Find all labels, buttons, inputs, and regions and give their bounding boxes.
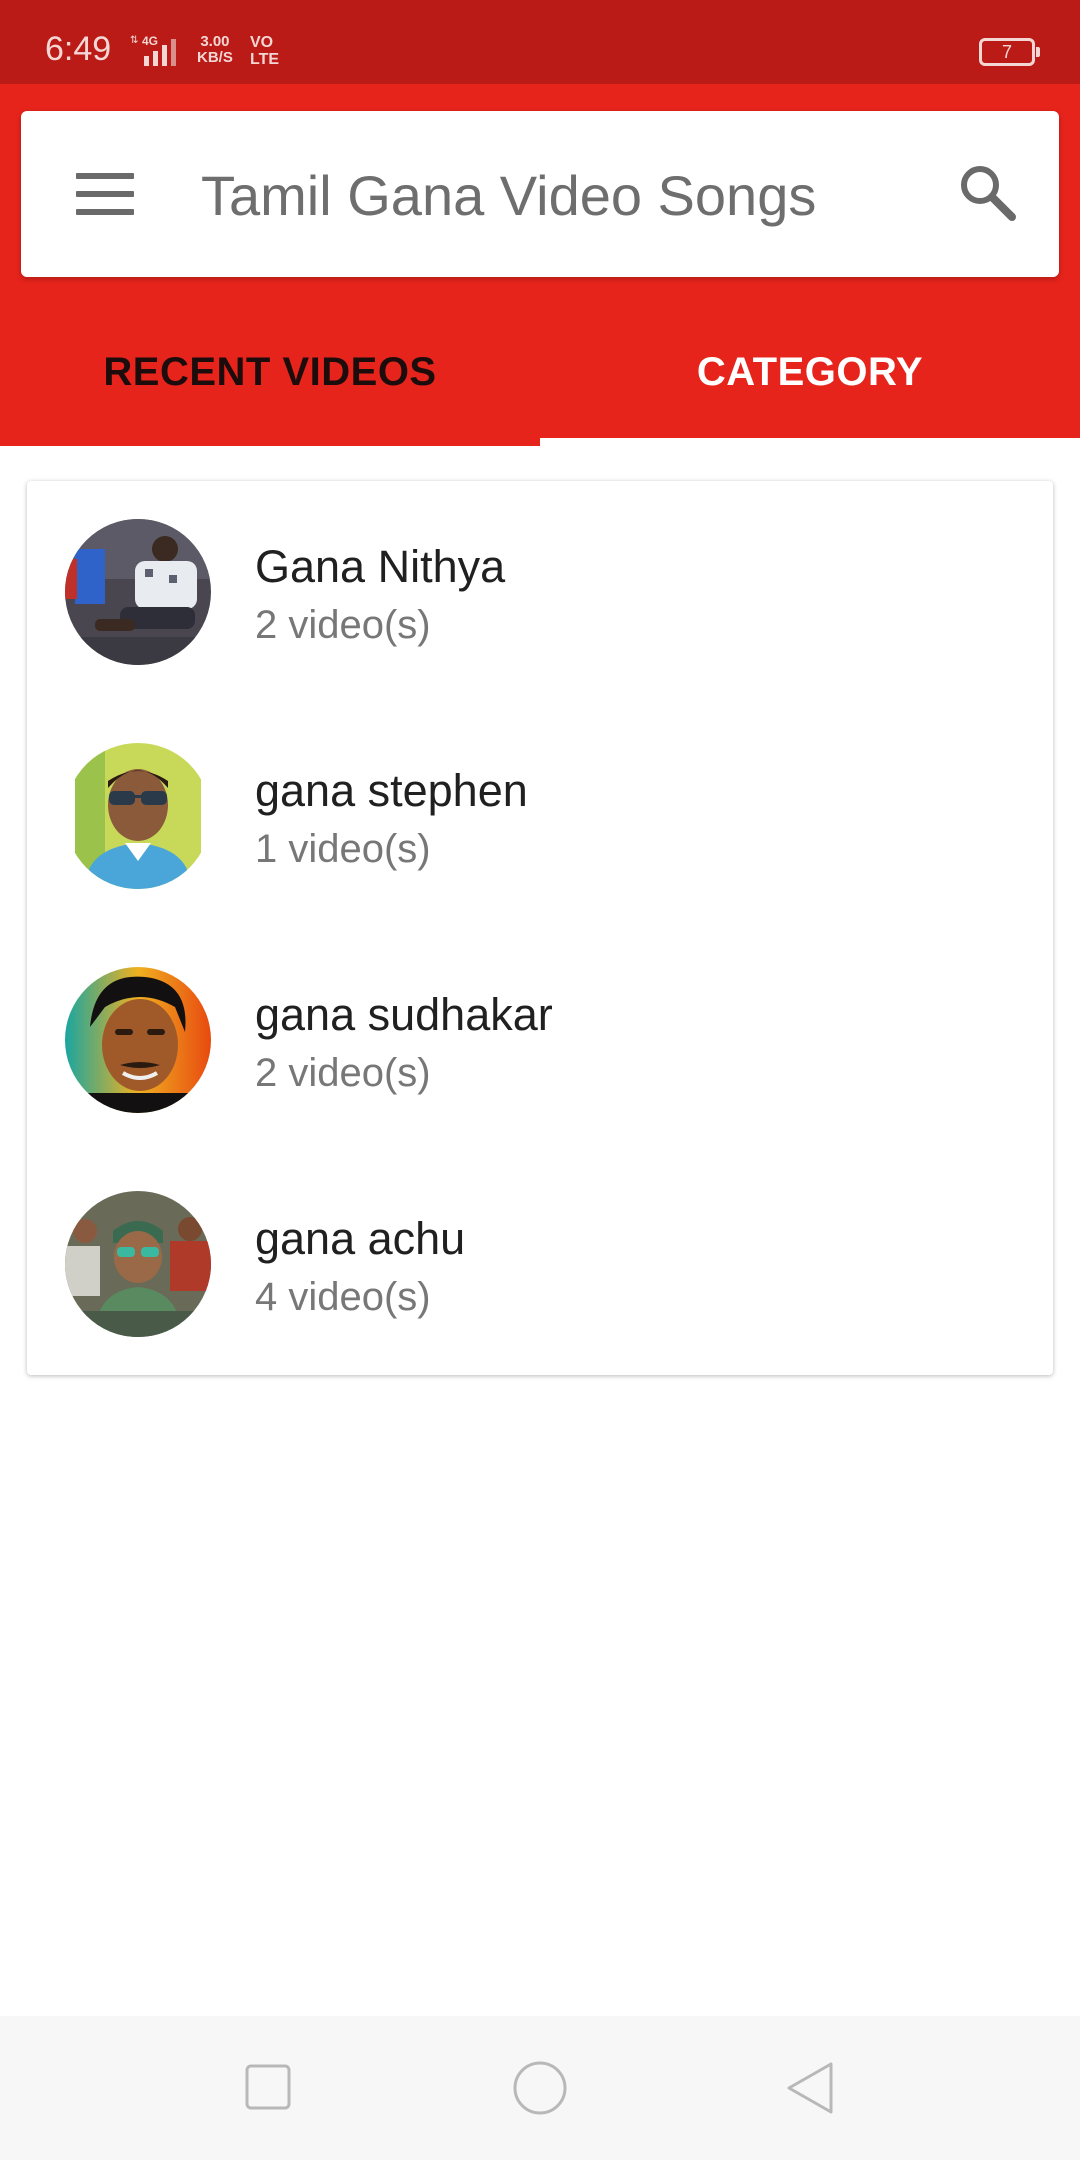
category-name: gana sudhakar xyxy=(255,989,553,1040)
avatar xyxy=(65,743,211,889)
search-icon[interactable] xyxy=(956,161,1018,223)
list-item[interactable]: gana stephen 1 video(s) xyxy=(27,705,1053,929)
status-bar: 6:49 ⇅ 4G 3.00 KB/S VO LTE 7 xyxy=(0,0,1080,84)
list-item[interactable]: Gana Nithya 2 video(s) xyxy=(27,481,1053,705)
video-count: 1 video(s) xyxy=(255,827,431,871)
svg-text:⇅: ⇅ xyxy=(130,35,138,46)
battery-icon: 7 xyxy=(979,38,1040,66)
network-speed: 3.00 KB/S xyxy=(197,34,233,66)
avatar xyxy=(65,519,211,665)
navigation-bar xyxy=(0,2016,1080,2160)
volte-indicator: VO LTE xyxy=(250,34,279,68)
video-count: 2 video(s) xyxy=(255,603,431,647)
toolbar-card: Tamil Gana Video Songs xyxy=(21,111,1059,277)
back-icon[interactable] xyxy=(775,2052,847,2124)
avatar xyxy=(65,967,211,1113)
category-name: gana stephen xyxy=(255,765,528,816)
category-name: gana achu xyxy=(255,1213,466,1264)
avatar xyxy=(65,1191,211,1337)
signal-icon: ⇅ 4G xyxy=(130,34,190,68)
tab-selected-indicator xyxy=(540,438,1080,446)
tab-category[interactable]: CATEGORY xyxy=(540,310,1080,446)
app-title: Tamil Gana Video Songs xyxy=(201,164,817,227)
list-item[interactable]: gana sudhakar 2 video(s) xyxy=(27,929,1053,1153)
network-speed-unit: KB/S xyxy=(197,49,233,66)
category-list: Gana Nithya 2 video(s) gana stephen 1 vi… xyxy=(27,481,1053,1375)
tab-bar: RECENT VIDEOS CATEGORY xyxy=(0,310,1080,446)
network-speed-value: 3.00 xyxy=(200,33,230,50)
list-item[interactable]: gana achu 4 video(s) xyxy=(27,1153,1053,1377)
video-count: 4 video(s) xyxy=(255,1275,431,1319)
network-type: 4G xyxy=(142,34,158,48)
app-header: Tamil Gana Video Songs RECENT VIDEOS CAT… xyxy=(0,84,1080,446)
recents-icon[interactable] xyxy=(233,2052,305,2124)
screen: 6:49 ⇅ 4G 3.00 KB/S VO LTE 7 Tamil Gana … xyxy=(0,0,1080,2160)
tab-recent-videos[interactable]: RECENT VIDEOS xyxy=(0,310,540,446)
category-name: Gana Nithya xyxy=(255,541,506,592)
video-count: 2 video(s) xyxy=(255,1051,431,1095)
home-icon[interactable] xyxy=(504,2052,576,2124)
volte-bottom: LTE xyxy=(250,51,280,68)
volte-top: VO xyxy=(250,34,274,51)
status-time: 6:49 xyxy=(45,30,112,68)
hamburger-menu-icon[interactable] xyxy=(76,171,134,217)
